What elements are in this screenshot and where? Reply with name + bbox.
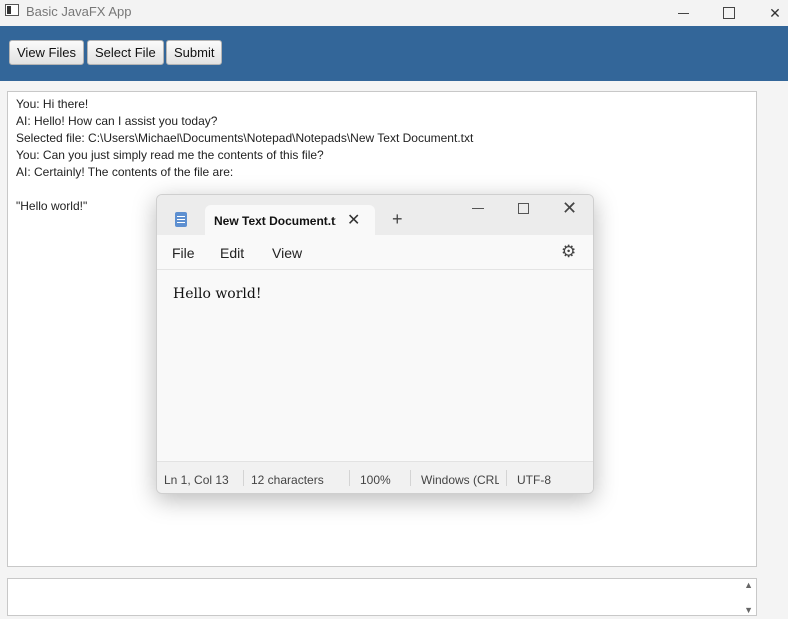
status-position: Ln 1, Col 13 bbox=[164, 473, 229, 487]
tab-close-icon[interactable]: ✕ bbox=[347, 210, 360, 230]
maximize-icon bbox=[723, 7, 735, 19]
status-divider bbox=[243, 470, 244, 486]
submit-button[interactable]: Submit bbox=[166, 40, 223, 65]
notepad-tabbar: New Text Document.txt ✕ + ✕ bbox=[157, 195, 593, 235]
chat-line: You: Can you just simply read me the con… bbox=[16, 148, 324, 162]
maximize-button[interactable] bbox=[706, 0, 752, 26]
close-icon: ✕ bbox=[769, 4, 781, 21]
minimize-button[interactable] bbox=[660, 0, 706, 26]
status-divider bbox=[410, 470, 411, 486]
select-file-button[interactable]: Select File bbox=[87, 40, 164, 65]
notepad-tab[interactable]: New Text Document.txt ✕ bbox=[205, 205, 375, 235]
minimize-icon bbox=[677, 12, 689, 14]
scroll-up-icon[interactable]: ▲ bbox=[744, 580, 753, 590]
status-encoding[interactable]: UTF-8 bbox=[517, 473, 551, 487]
chat-line: You: Hi there! bbox=[16, 97, 89, 111]
chat-line: "Hello world!" bbox=[16, 199, 88, 213]
view-files-button[interactable]: View Files bbox=[9, 40, 85, 65]
chat-line: Selected file: C:\Users\Michael\Document… bbox=[16, 131, 474, 145]
message-input[interactable]: ▲ ▼ bbox=[7, 578, 757, 616]
notepad-maximize-icon[interactable] bbox=[518, 203, 529, 214]
new-tab-icon[interactable]: + bbox=[392, 209, 403, 230]
status-zoom[interactable]: 100% bbox=[360, 473, 391, 487]
status-line-ending[interactable]: Windows (CRLF) bbox=[421, 473, 499, 487]
menu-file[interactable]: File bbox=[172, 245, 195, 261]
chat-line: AI: Hello! How can I assist you today? bbox=[16, 114, 218, 128]
menu-edit[interactable]: Edit bbox=[220, 245, 244, 261]
chat-line: AI: Certainly! The contents of the file … bbox=[16, 165, 234, 179]
notepad-menubar: File Edit View ⚙ bbox=[157, 235, 593, 270]
app-window-icon bbox=[5, 4, 19, 16]
menu-view[interactable]: View bbox=[272, 245, 302, 261]
notepad-editor-text[interactable]: Hello world! bbox=[173, 286, 262, 302]
notepad-window[interactable]: New Text Document.txt ✕ + ✕ File Edit Vi… bbox=[156, 194, 594, 494]
toolbar: View Files Select File Submit bbox=[0, 26, 788, 81]
notepad-tab-title: New Text Document.txt bbox=[214, 214, 336, 228]
status-characters: 12 characters bbox=[251, 473, 324, 487]
notepad-minimize-icon[interactable] bbox=[472, 208, 484, 209]
gear-icon[interactable]: ⚙ bbox=[561, 242, 576, 262]
notepad-icon bbox=[175, 212, 187, 227]
window-title: Basic JavaFX App bbox=[26, 4, 132, 19]
close-button[interactable]: ✕ bbox=[752, 0, 788, 26]
notepad-statusbar: Ln 1, Col 13 12 characters 100% Windows … bbox=[157, 461, 593, 493]
notepad-close-icon[interactable]: ✕ bbox=[562, 198, 577, 219]
scroll-down-icon[interactable]: ▼ bbox=[744, 605, 753, 615]
status-divider bbox=[349, 470, 350, 486]
status-divider bbox=[506, 470, 507, 486]
window-titlebar: Basic JavaFX App ✕ bbox=[0, 0, 788, 26]
